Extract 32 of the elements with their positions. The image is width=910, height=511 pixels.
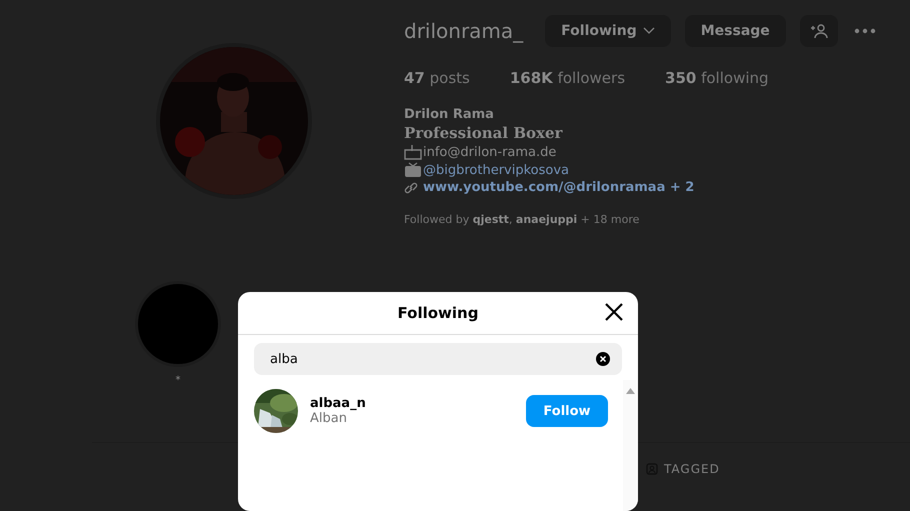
chevron-down-icon	[642, 27, 655, 35]
highlight-title: *	[176, 375, 180, 386]
add-person-button[interactable]	[800, 15, 838, 47]
follow-button[interactable]: Follow	[526, 395, 608, 427]
clear-search-button[interactable]	[596, 352, 610, 366]
close-button[interactable]	[604, 302, 624, 322]
scroll-up-icon	[626, 388, 635, 394]
following-dropdown[interactable]: Following	[545, 15, 671, 47]
add-person-icon	[810, 23, 828, 39]
result-username[interactable]: albaa_n	[310, 396, 526, 411]
bio-text: Professional Boxer	[404, 124, 562, 142]
clear-icon	[596, 352, 610, 366]
stat-count[interactable]: 168K followers	[510, 69, 626, 87]
more-icon	[854, 28, 876, 34]
mailbox-icon	[404, 144, 422, 160]
profile-username: drilonrama_	[404, 19, 524, 43]
mention-link[interactable]: @bigbrothervipkosova	[423, 162, 570, 178]
close-icon	[604, 302, 624, 322]
message-button[interactable]: Message	[684, 15, 786, 47]
tv-icon	[404, 162, 422, 178]
bio-email: info@drilon-rama.de	[423, 144, 556, 160]
profile-name: Drilon Rama	[404, 107, 495, 122]
result-full-name: Alban	[310, 411, 348, 426]
followed-by-text: Followed by qjestt, anaejuppi + 18 more	[404, 213, 640, 226]
profile-tab[interactable]: TAGGED	[640, 461, 726, 477]
scrollbar[interactable]	[623, 380, 638, 511]
dialog-title: Following	[398, 304, 478, 322]
stat-count[interactable]: 47 posts	[404, 69, 470, 87]
website-link[interactable]: www.youtube.com/@drilonramaa + 2	[423, 180, 694, 195]
link-icon	[404, 180, 418, 194]
search-field[interactable]: alba	[254, 343, 622, 375]
stat-count[interactable]: 350 following	[665, 69, 769, 87]
